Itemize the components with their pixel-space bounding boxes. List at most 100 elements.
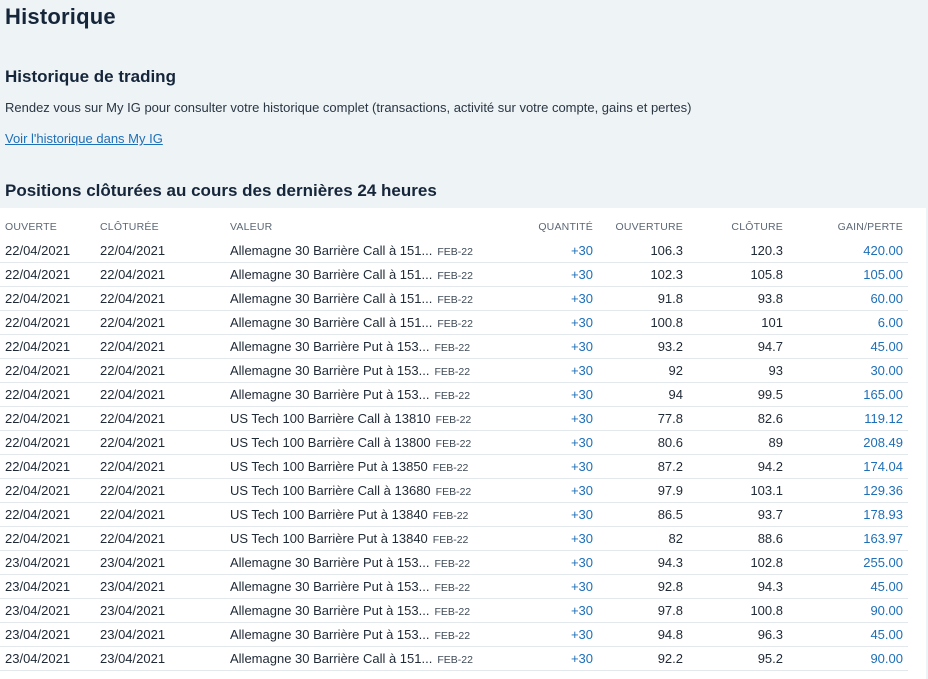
- open-date: 22/04/2021: [5, 291, 71, 306]
- market-label: Allemagne 30 Barrière Put à 153...: [230, 339, 430, 354]
- market-name[interactable]: Allemagne 30 Barrière Put à 153... FEB-22: [230, 603, 470, 618]
- open-date: 23/04/2021: [5, 627, 71, 642]
- expiry-label: FEB-22: [437, 318, 473, 330]
- market-name[interactable]: Allemagne 30 Barrière Call à 151... FEB-2…: [230, 243, 473, 258]
- close-date: 23/04/2021: [100, 651, 166, 666]
- table-row[interactable]: 22/04/2021 22/04/2021 US Tech 100 Barrière…: [0, 526, 908, 551]
- close-level: 101: [761, 315, 783, 330]
- table-row[interactable]: 23/04/2021 23/04/2021 Allemagne 30 Barrièr…: [0, 646, 908, 671]
- close-date: 22/04/2021: [100, 459, 166, 474]
- table-row[interactable]: 23/04/2021 23/04/2021 Allemagne 30 Barrièr…: [0, 622, 908, 647]
- table-row[interactable]: 22/04/2021 22/04/2021 Allemagne 30 Barrièr…: [0, 382, 908, 407]
- market-name[interactable]: US Tech 100 Barrière Call à 13680 FEB-22: [230, 483, 471, 498]
- table-row[interactable]: 22/04/2021 22/04/2021 Allemagne 30 Barrièr…: [0, 238, 908, 263]
- expiry-label: FEB-22: [435, 486, 472, 498]
- header-ouverture[interactable]: OUVERTURE: [615, 221, 683, 233]
- header-ouverte[interactable]: OUVERTE: [5, 221, 57, 233]
- close-date: 22/04/2021: [100, 483, 166, 498]
- market-name[interactable]: US Tech 100 Barrière Put à 13840 FEB-22: [230, 531, 468, 546]
- close-date: 23/04/2021: [100, 579, 166, 594]
- table-row[interactable]: 22/04/2021 22/04/2021 US Tech 100 Barrière…: [0, 478, 908, 503]
- market-name[interactable]: Allemagne 30 Barrière Call à 151... FEB-2…: [230, 267, 473, 282]
- close-date: 22/04/2021: [100, 363, 166, 378]
- quantity: +30: [570, 411, 593, 426]
- market-label: US Tech 100 Barrière Call à 13680: [230, 483, 431, 498]
- close-date: 22/04/2021: [100, 243, 166, 258]
- table-row[interactable]: 23/04/2021 23/04/2021 Allemagne 30 Barrièr…: [0, 598, 908, 623]
- market-name[interactable]: Allemagne 30 Barrière Put à 153... FEB-22: [230, 363, 470, 378]
- open-level: 94.8: [657, 627, 683, 642]
- table-row[interactable]: 22/04/2021 22/04/2021 Allemagne 30 Barrièr…: [0, 262, 908, 287]
- close-date: 22/04/2021: [100, 507, 166, 522]
- market-name[interactable]: Allemagne 30 Barrière Call à 151... FEB-2…: [230, 291, 473, 306]
- profit-loss: 45.00: [870, 579, 903, 594]
- profit-loss: 45.00: [870, 627, 903, 642]
- market-name[interactable]: Allemagne 30 Barrière Put à 153... FEB-22: [230, 555, 470, 570]
- table-row[interactable]: 23/04/2021 23/04/2021 Allemagne 30 Barrièr…: [0, 550, 908, 575]
- table-row[interactable]: 22/04/2021 22/04/2021 Allemagne 30 Barrièr…: [0, 310, 908, 335]
- close-level: 93: [768, 363, 783, 378]
- market-name[interactable]: US Tech 100 Barrière Put à 13850 FEB-22: [230, 459, 468, 474]
- quantity: +30: [570, 531, 593, 546]
- open-level: 97.8: [657, 603, 683, 618]
- expiry-label: FEB-22: [437, 270, 473, 282]
- expiry-label: FEB-22: [437, 654, 473, 666]
- close-level: 95.2: [757, 651, 783, 666]
- profit-loss: 165.00: [863, 387, 903, 402]
- market-name[interactable]: Allemagne 30 Barrière Put à 153... FEB-22: [230, 579, 470, 594]
- header-gain-perte[interactable]: GAIN/PERTE: [838, 221, 903, 233]
- table-row[interactable]: 23/04/2021 23/04/2021 Allemagne 30 Barrièr…: [0, 574, 908, 599]
- close-date: 22/04/2021: [100, 435, 166, 450]
- market-name[interactable]: US Tech 100 Barrière Put à 13840 FEB-22: [230, 507, 468, 522]
- expiry-label: FEB-22: [435, 414, 472, 426]
- market-name[interactable]: Allemagne 30 Barrière Put à 153... FEB-22: [230, 339, 470, 354]
- market-name[interactable]: Allemagne 30 Barrière Call à 151... FEB-2…: [230, 651, 473, 666]
- table-row[interactable]: 22/04/2021 22/04/2021 US Tech 100 Barrière…: [0, 406, 908, 431]
- market-label: Allemagne 30 Barrière Put à 153...: [230, 579, 430, 594]
- open-level: 94.3: [657, 555, 683, 570]
- market-name[interactable]: Allemagne 30 Barrière Call à 151... FEB-2…: [230, 315, 473, 330]
- open-date: 23/04/2021: [5, 651, 71, 666]
- market-name[interactable]: US Tech 100 Barrière Call à 13810 FEB-22: [230, 411, 471, 426]
- market-name[interactable]: Allemagne 30 Barrière Put à 153... FEB-22: [230, 627, 470, 642]
- market-label: Allemagne 30 Barrière Call à 151...: [230, 651, 433, 666]
- quantity: +30: [570, 267, 593, 282]
- quantity: +30: [570, 627, 593, 642]
- profit-loss: 208.49: [863, 435, 903, 450]
- quantity: +30: [570, 363, 593, 378]
- profit-loss: 90.00: [870, 651, 903, 666]
- market-name[interactable]: US Tech 100 Barrière Call à 13800 FEB-22: [230, 435, 471, 450]
- table-row[interactable]: 22/04/2021 22/04/2021 Allemagne 30 Barrièr…: [0, 334, 908, 359]
- header-quantite[interactable]: QUANTITÉ: [538, 221, 593, 233]
- view-history-link[interactable]: Voir l'historique dans My IG: [5, 131, 163, 146]
- header-cloture[interactable]: CLÔTURE: [731, 221, 783, 233]
- close-date: 23/04/2021: [100, 555, 166, 570]
- open-date: 23/04/2021: [5, 603, 71, 618]
- table-row[interactable]: 22/04/2021 22/04/2021 US Tech 100 Barrière…: [0, 430, 908, 455]
- close-level: 94.7: [757, 339, 783, 354]
- market-name[interactable]: Allemagne 30 Barrière Put à 153... FEB-22: [230, 387, 470, 402]
- open-level: 91.8: [657, 291, 683, 306]
- header-cloturee[interactable]: CLÔTURÉE: [100, 221, 159, 233]
- profit-loss: 90.00: [870, 603, 903, 618]
- open-level: 80.6: [657, 435, 683, 450]
- close-level: 105.8: [750, 267, 783, 282]
- quantity: +30: [570, 459, 593, 474]
- quantity: +30: [570, 651, 593, 666]
- profit-loss: 420.00: [863, 243, 903, 258]
- market-label: US Tech 100 Barrière Put à 13840: [230, 507, 428, 522]
- close-date: 23/04/2021: [100, 603, 166, 618]
- profit-loss: 255.00: [863, 555, 903, 570]
- expiry-label: FEB-22: [434, 582, 471, 594]
- header-valeur[interactable]: VALEUR: [230, 221, 272, 233]
- table-row[interactable]: 22/04/2021 22/04/2021 Allemagne 30 Barrièr…: [0, 286, 908, 311]
- table-row[interactable]: 22/04/2021 22/04/2021 US Tech 100 Barrière…: [0, 502, 908, 527]
- table-row[interactable]: 22/04/2021 22/04/2021 US Tech 100 Barrière…: [0, 454, 908, 479]
- table-row[interactable]: 22/04/2021 22/04/2021 Allemagne 30 Barrièr…: [0, 358, 908, 383]
- open-date: 22/04/2021: [5, 459, 71, 474]
- open-level: 92: [668, 363, 683, 378]
- market-label: US Tech 100 Barrière Call à 13800: [230, 435, 431, 450]
- quantity: +30: [570, 579, 593, 594]
- market-label: Allemagne 30 Barrière Put à 153...: [230, 555, 430, 570]
- profit-loss: 178.93: [863, 507, 903, 522]
